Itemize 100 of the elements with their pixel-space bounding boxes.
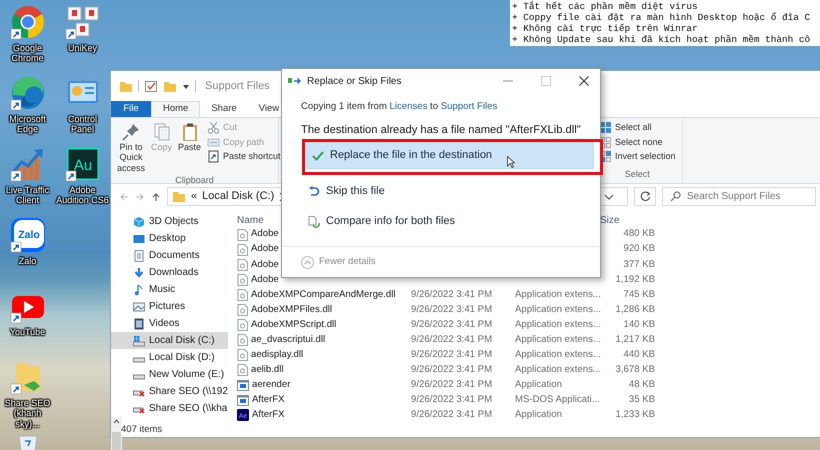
- size-cell: 377 KB: [624, 258, 655, 270]
- up-arrow-icon[interactable]: [151, 192, 161, 202]
- collapse-chevron-icon[interactable]: [301, 256, 314, 268]
- pin-icon: [121, 122, 141, 142]
- ribbon-button[interactable]: Pin to Quick access: [115, 121, 147, 174]
- ribbon-tab[interactable]: View: [248, 101, 290, 117]
- file-name[interactable]: Adobe: [251, 272, 279, 287]
- file-name[interactable]: ae_dvascriptui.dll: [251, 332, 326, 348]
- path-field-icon: [207, 136, 220, 149]
- group-label: Clipboard: [174, 174, 215, 188]
- settings-file-icon: [237, 349, 248, 362]
- system-drive-icon: [133, 334, 145, 346]
- copy-pages-icon: [152, 122, 172, 142]
- ribbon-tab[interactable]: File: [111, 101, 151, 117]
- sidebar-item[interactable]: Share SEO (\\192: [111, 383, 228, 400]
- file-name[interactable]: Adobe: [251, 227, 279, 242]
- item-count: 407 items: [121, 424, 162, 435]
- ribbon-button[interactable]: Paste shortcut: [205, 150, 283, 164]
- type-cell: Application extens...: [515, 334, 601, 345]
- type-cell: Application extens...: [515, 318, 601, 330]
- file-name[interactable]: AdobeXMPFiles.dll: [251, 302, 332, 318]
- cube-icon: [133, 216, 145, 228]
- dialog-option[interactable]: Compare info for both files: [301, 208, 592, 236]
- size-cell: 745 KB: [624, 288, 655, 300]
- file-name[interactable]: aelib.dll: [251, 363, 284, 378]
- mouse-pointer-icon: [507, 156, 515, 168]
- destination-folder-link[interactable]: Support Files: [440, 101, 498, 112]
- column-header[interactable]: Name: [237, 212, 264, 228]
- dialog-option[interactable]: Skip this file: [301, 178, 592, 206]
- dropdown-chevron-icon[interactable]: [604, 192, 614, 200]
- text-line: + Coppy file cài đặt ra màn hình Desktop hoặc ổ đĩa C: [512, 12, 812, 23]
- file-name[interactable]: aerender: [252, 378, 290, 393]
- type-cell: Application extens...: [515, 304, 601, 315]
- chat-app-icon: Zalo: [10, 217, 46, 253]
- size-cell: 48 KB: [628, 379, 655, 390]
- refresh-icon: [640, 191, 650, 202]
- scissors-icon: [207, 121, 220, 134]
- type-cell: Application: [515, 409, 562, 420]
- compare-files-icon: [308, 216, 320, 228]
- group-label: Select: [624, 168, 651, 180]
- type-cell: Application extens...: [515, 288, 601, 300]
- type-cell: Application extens...: [515, 364, 601, 376]
- paste-shortcut-icon: [207, 150, 220, 164]
- sidebar-item[interactable]: Local Disk (C:): [111, 332, 228, 349]
- desktop-icon: [133, 232, 145, 244]
- size-cell: 140 KB: [624, 318, 655, 330]
- file-name[interactable]: Adobe: [251, 258, 279, 272]
- undo-arrow-icon: [308, 186, 320, 198]
- ribbon-tab[interactable]: Share: [200, 101, 248, 117]
- sidebar-item[interactable]: Documents: [111, 247, 228, 264]
- size-cell: 1,217 KB: [616, 334, 655, 345]
- settings-file-icon: [237, 304, 248, 316]
- dialog-option[interactable]: Replace the file in the destination: [305, 142, 594, 170]
- file-name[interactable]: AfterFX: [252, 393, 285, 408]
- text-line: + Không cài trực tiếp trên Winrar: [512, 23, 699, 34]
- checkmark-icon: [312, 150, 324, 162]
- sidebar-item[interactable]: Music: [111, 281, 228, 298]
- documents-icon: [133, 250, 145, 262]
- search-field[interactable]: Search Support Files: [662, 187, 816, 206]
- ribbon-button[interactable]: Select all: [597, 121, 678, 134]
- window-title: Support Files: [205, 78, 270, 94]
- settings-file-icon: [237, 319, 248, 331]
- sidebar-item[interactable]: Downloads: [111, 264, 228, 281]
- size-cell: 1,192 KB: [616, 274, 655, 285]
- file-name[interactable]: Adobe: [251, 242, 279, 257]
- application-window-icon: [237, 380, 249, 391]
- date-cell: 9/26/2022 3:41 PM: [411, 318, 492, 330]
- back-arrow-icon[interactable]: [119, 192, 129, 202]
- sidebar-item[interactable]: Pictures: [111, 298, 228, 315]
- sidebar-item[interactable]: Share SEO (\\kha: [111, 400, 228, 417]
- source-folder-link[interactable]: Licenses: [390, 101, 428, 112]
- settings-file-icon: [237, 274, 248, 286]
- sidebar-item[interactable]: Local Disk (D:): [111, 349, 228, 366]
- folder-icon: [119, 80, 133, 92]
- videos-icon: [133, 318, 145, 330]
- forward-arrow-icon[interactable]: [135, 192, 145, 202]
- ribbon-button[interactable]: Paste: [176, 121, 204, 174]
- sidebar-item[interactable]: 3D Objects: [111, 213, 228, 230]
- ribbon-tab[interactable]: Home: [151, 101, 200, 117]
- refresh-button[interactable]: [634, 187, 656, 206]
- file-name[interactable]: AdobeXMPScript.dll: [251, 318, 336, 332]
- file-name[interactable]: AfterFX: [252, 408, 285, 423]
- sidebar-item[interactable]: Desktop: [111, 230, 228, 247]
- file-name[interactable]: AdobeXMPCompareAndMerge.dll: [251, 288, 396, 302]
- select-all-icon: [599, 121, 612, 134]
- date-cell: 9/26/2022 3:41 PM: [411, 348, 492, 360]
- column-header[interactable]: Size: [600, 215, 620, 226]
- breadcrumb-item[interactable]: Local Disk (C:): [202, 188, 274, 205]
- settings-file-icon: [237, 288, 248, 301]
- settings-file-icon: [237, 228, 248, 241]
- app-tile-icon: Au: [64, 146, 100, 182]
- close-icon: [578, 76, 588, 86]
- date-cell: 9/26/2022 3:41 PM: [411, 364, 492, 376]
- sidebar-item[interactable]: New Volume (E:): [111, 366, 228, 383]
- sidebar-item[interactable]: Videos: [111, 315, 228, 332]
- settings-file-icon: [237, 258, 248, 271]
- size-cell: 920 KB: [624, 243, 655, 254]
- text-line: + Tắt hết các phần mềm diệt virus: [512, 1, 699, 12]
- breadcrumb-overflow[interactable]: «: [191, 188, 198, 205]
- file-name[interactable]: aedisplay.dll: [251, 348, 304, 362]
